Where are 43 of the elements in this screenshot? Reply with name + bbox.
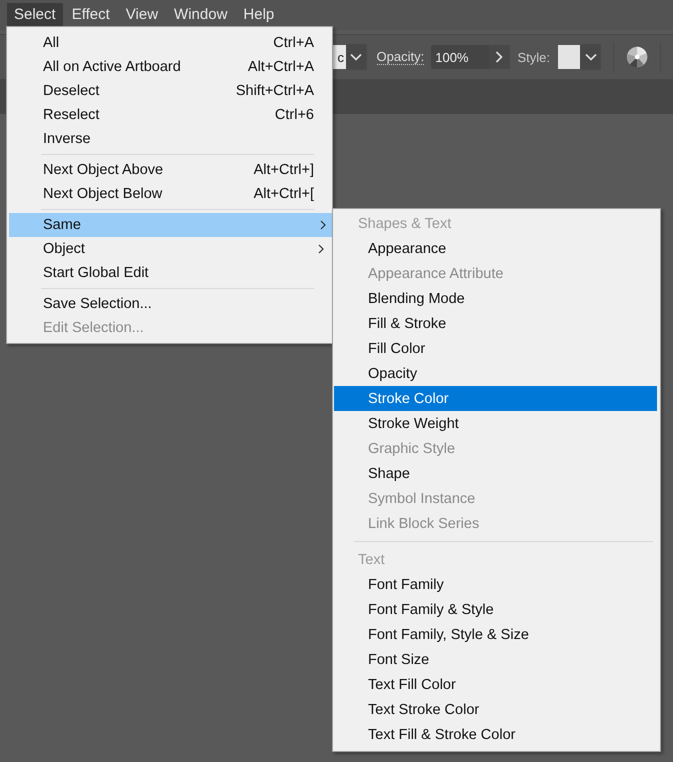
menu-item[interactable]: Shape xyxy=(334,461,657,486)
menu-item[interactable]: Stroke Weight xyxy=(334,411,657,436)
opacity-field[interactable]: 100% xyxy=(431,45,490,69)
menu-item[interactable]: Reselect Ctrl+6 xyxy=(9,103,332,127)
menu-item[interactable]: Blending Mode xyxy=(334,286,657,311)
recolor-wheel-icon[interactable] xyxy=(626,45,648,69)
section-header: Shapes & Text xyxy=(357,214,452,234)
dropdown-button[interactable] xyxy=(346,44,367,70)
menu-item[interactable]: Font Family xyxy=(334,572,657,597)
chevron-right-icon xyxy=(495,51,504,63)
menu-item[interactable]: Appearance xyxy=(334,236,657,261)
menu-item[interactable]: Font Family & Style xyxy=(334,597,657,622)
menu-bar-item[interactable]: View xyxy=(118,3,166,27)
style-swatch[interactable] xyxy=(558,45,580,69)
menu-item[interactable]: Next Object Above Alt+Ctrl+] xyxy=(9,158,332,182)
dropdown-button[interactable] xyxy=(580,44,601,70)
section-header: Text xyxy=(357,550,386,570)
menu-item[interactable]: Next Object Below Alt+Ctrl+[ xyxy=(9,182,332,206)
chevron-down-icon xyxy=(584,53,597,61)
opacity-label[interactable]: Opacity: xyxy=(376,49,424,65)
menu-item[interactable]: All Ctrl+A xyxy=(9,31,332,55)
style-label: Style: xyxy=(518,50,550,64)
menu-item[interactable]: Opacity xyxy=(334,361,657,386)
menu-item[interactable]: Text Fill Color xyxy=(334,672,657,697)
menu-bar-item[interactable]: Select xyxy=(7,3,63,27)
menu-item[interactable]: Same xyxy=(9,213,334,237)
menu-item[interactable]: Object xyxy=(9,237,332,261)
menu-item[interactable]: Font Family, Style & Size xyxy=(334,622,657,647)
menu-item[interactable]: Inverse xyxy=(9,127,332,151)
menu-item[interactable]: Text Fill & Stroke Color xyxy=(334,722,657,747)
chevron-down-icon xyxy=(350,53,362,61)
menu-item[interactable]: Text Stroke Color xyxy=(334,697,657,722)
menu-bar-item[interactable]: Effect xyxy=(64,3,117,27)
menu-item[interactable]: Font Size xyxy=(334,647,657,672)
expand-button[interactable] xyxy=(489,45,510,69)
menu-bar-item[interactable]: Window xyxy=(167,3,234,27)
menu-item[interactable]: Fill Color xyxy=(334,336,657,361)
menu-bar-item[interactable]: Help xyxy=(236,3,282,27)
menu-item[interactable]: Start Global Edit xyxy=(9,261,332,285)
menu-item[interactable]: Fill & Stroke xyxy=(334,311,657,336)
menu-item[interactable]: Save Selection... xyxy=(9,292,332,316)
menu-item[interactable]: All on Active Artboard Alt+Ctrl+A xyxy=(9,55,332,79)
menu-item[interactable]: Stroke Color xyxy=(334,386,657,411)
